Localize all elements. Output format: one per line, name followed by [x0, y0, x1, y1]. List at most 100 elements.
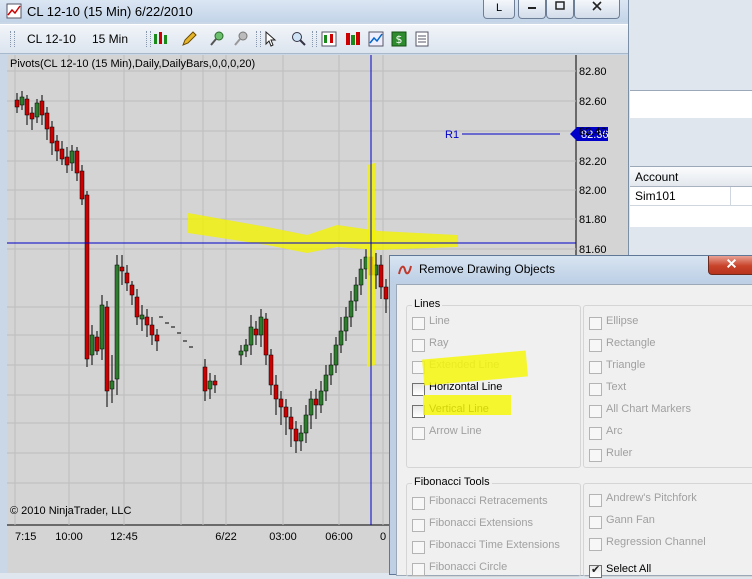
candle-body: [318, 390, 324, 406]
pin-icon[interactable]: [208, 30, 226, 48]
time-tick-label: 03:00: [269, 531, 297, 543]
candle-body: [273, 384, 279, 400]
option-label: Rectangle: [606, 337, 656, 349]
side-panel-row[interactable]: [630, 90, 752, 120]
ninjatrader-icon: [398, 265, 412, 275]
candle-body: [99, 304, 105, 350]
maximize-icon: [555, 1, 565, 10]
candle-body: [258, 316, 264, 336]
candle-body: [278, 398, 284, 408]
checkbox: [412, 339, 425, 352]
indicators-icon[interactable]: [344, 30, 362, 48]
candle-body: [14, 99, 20, 108]
checkbox: [589, 339, 602, 352]
candle-body: [24, 98, 30, 116]
option-label: Text: [606, 381, 627, 393]
dollar-icon[interactable]: $: [390, 30, 408, 48]
candle-body: [139, 314, 145, 320]
candle-body: [348, 300, 354, 318]
price-tick-label: 82.00: [579, 185, 607, 197]
toolbar-grip[interactable]: [146, 31, 151, 47]
r1-label: R1: [445, 129, 459, 141]
interval-selector[interactable]: 15 Min: [92, 32, 128, 46]
candle-body: [89, 334, 95, 356]
toolbar-grip[interactable]: [10, 31, 15, 47]
instrument-selector[interactable]: CL 12-10: [27, 32, 76, 46]
close-icon: [592, 1, 602, 11]
candle-body: [34, 102, 40, 118]
candle-body: [124, 272, 130, 284]
dialog-close-button[interactable]: [708, 256, 752, 275]
zoom-icon[interactable]: [290, 30, 308, 48]
candle-body: [64, 156, 70, 166]
option-label: Triangle: [606, 359, 646, 371]
toolbar-grip[interactable]: [312, 31, 317, 47]
candle-body: [149, 324, 155, 336]
option-label: All Chart Markers: [606, 403, 691, 415]
candle-body: [343, 316, 349, 332]
time-tick-label: 7:15: [15, 531, 36, 543]
checkbox: [412, 563, 425, 576]
side-panel-strip: [630, 118, 752, 160]
toolbar-grip[interactable]: [256, 31, 261, 47]
candle-body: [243, 344, 249, 352]
candle-body: [378, 264, 384, 288]
candle-body: [248, 326, 254, 346]
bar-style-icon[interactable]: [152, 30, 170, 48]
candle-body: [238, 350, 244, 356]
candle-body: [353, 284, 359, 302]
candle-body: [39, 100, 45, 116]
candle-body: [104, 306, 110, 392]
dialog-titlebar[interactable]: Remove Drawing Objects: [390, 256, 752, 282]
checkbox: [412, 519, 425, 532]
time-tick-label: 06:00: [325, 531, 353, 543]
pencil-draw-icon[interactable]: [180, 30, 198, 48]
candle-body: [202, 366, 208, 392]
candle-body: [19, 96, 25, 106]
option-label: Line: [429, 315, 450, 327]
data-box-icon[interactable]: [320, 30, 338, 48]
option-label: Select All: [606, 563, 652, 575]
candle-body: [298, 432, 304, 442]
candle-body: [268, 354, 274, 386]
checkbox: [589, 449, 602, 462]
candle-body: [313, 398, 319, 406]
unpin-icon[interactable]: [232, 30, 250, 48]
option-label: Ray: [429, 337, 449, 349]
copyright-label: © 2010 NinjaTrader, LLC: [10, 505, 131, 517]
strategy-icon[interactable]: [367, 30, 385, 48]
time-tick-label: 0: [380, 531, 386, 543]
price-tick-label: 82.80: [579, 66, 607, 78]
close-button[interactable]: [574, 0, 620, 19]
checkbox: [412, 427, 425, 440]
account-column-header[interactable]: Account: [630, 167, 752, 187]
option-label: Arrow Line: [429, 425, 482, 437]
svg-text:$: $: [396, 33, 403, 46]
option-label: Fibonacci Retracements: [429, 495, 548, 507]
candle-body: [308, 398, 314, 416]
side-panel-top: [630, 0, 752, 64]
candle-body: [283, 406, 289, 418]
fibonacci-group-title: Fibonacci Tools: [412, 476, 492, 488]
checkbox: [589, 405, 602, 418]
properties-icon[interactable]: [413, 30, 431, 48]
minimize-button[interactable]: [518, 0, 546, 19]
restore-link-button[interactable]: L: [483, 0, 515, 19]
close-icon: [726, 258, 737, 269]
candle-body: [333, 344, 339, 366]
account-column-divider: [730, 187, 731, 206]
window-titlebar[interactable]: CL 12-10 (15 Min) 6/22/2010 L: [0, 0, 628, 22]
option-label: Fibonacci Circle: [429, 561, 508, 573]
maximize-button[interactable]: [546, 0, 574, 19]
candle-body: [29, 112, 35, 120]
checkbox: [589, 361, 602, 374]
checkbox[interactable]: [589, 563, 602, 578]
checkbox: [589, 317, 602, 330]
account-row[interactable]: Sim101: [630, 187, 752, 206]
chart-app-icon: [6, 3, 22, 19]
price-tick-label: 82.60: [579, 96, 607, 108]
pointer-icon[interactable]: [262, 30, 280, 48]
candle-body: [134, 296, 140, 318]
price-tick-label: 81.80: [579, 214, 607, 226]
dialog-title: Remove Drawing Objects: [419, 262, 556, 276]
